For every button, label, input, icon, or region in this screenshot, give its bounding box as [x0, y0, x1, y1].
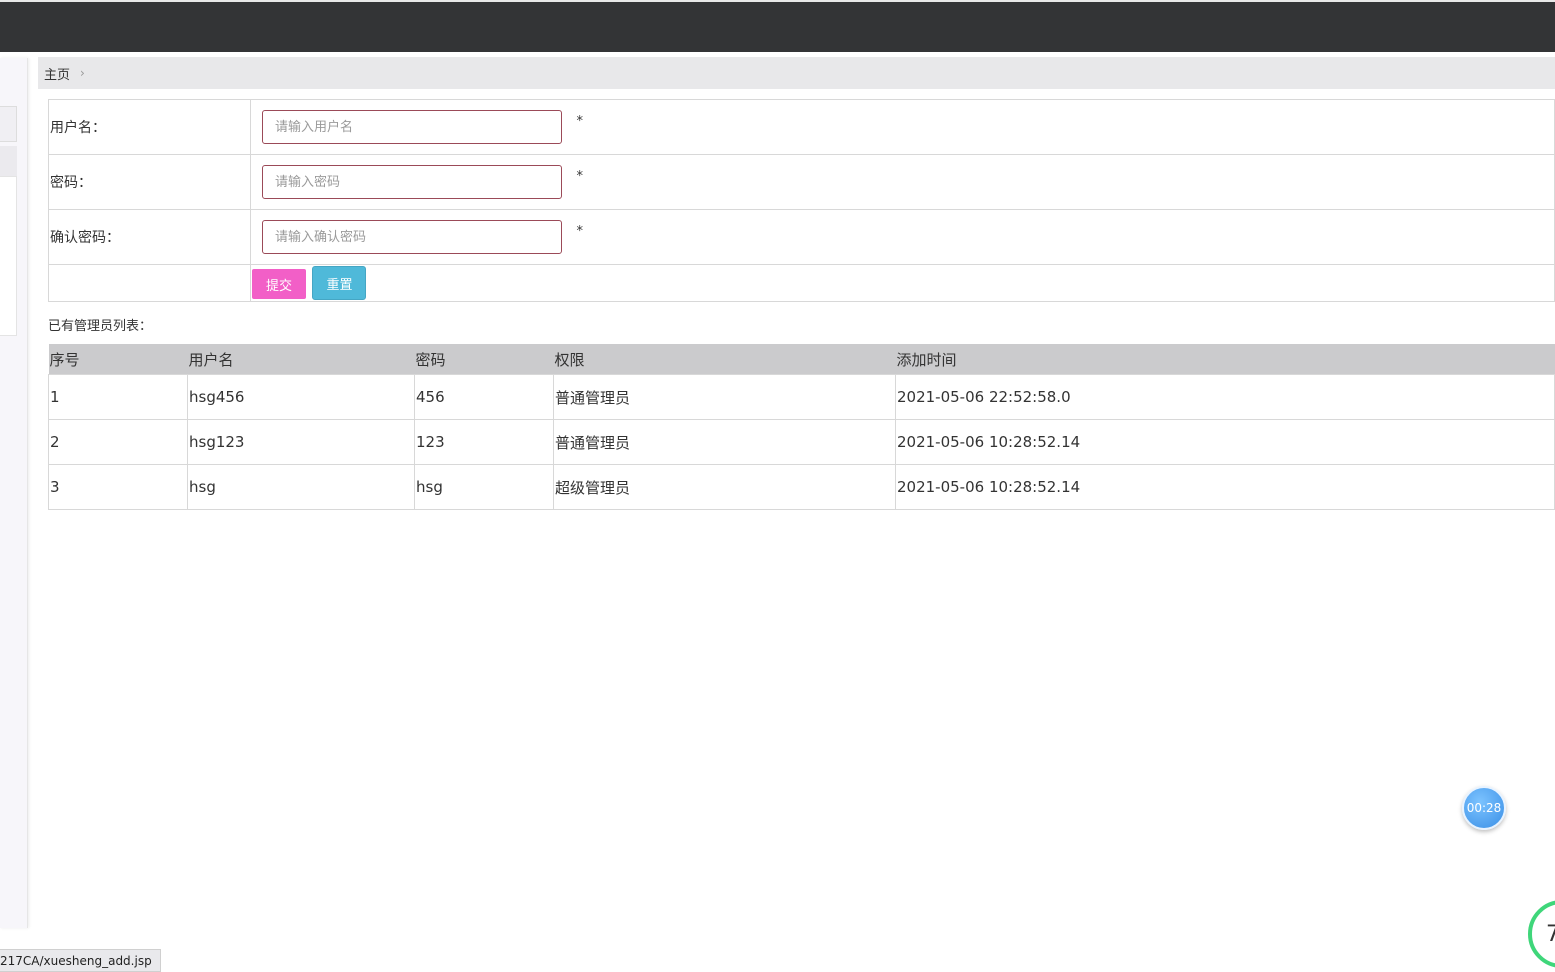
cell-username: hsg — [187, 464, 415, 510]
sidebar-submenu — [0, 176, 17, 336]
sidebar — [0, 58, 28, 928]
breadcrumb: 主页 › — [38, 57, 1555, 89]
username-input[interactable] — [262, 110, 562, 144]
column-header-index: 序号 — [48, 344, 188, 375]
cell-index: 3 — [48, 464, 188, 510]
table-row: 1 hsg456 456 普通管理员 2021-05-06 22:52:58.0 — [48, 374, 1555, 420]
corner-float-badge[interactable]: 7 — [1528, 900, 1555, 968]
column-header-password: 密码 — [414, 344, 554, 375]
admin-list-title: 已有管理员列表： — [48, 319, 153, 334]
required-mark: * — [576, 114, 583, 129]
form-row-password: 密码： * — [48, 154, 1555, 210]
chevron-right-icon: › — [80, 66, 85, 80]
timer-bubble[interactable]: 00:28 — [1462, 786, 1506, 830]
submit-button[interactable]: 提交 — [252, 269, 306, 299]
confirm-password-input[interactable] — [262, 220, 562, 254]
breadcrumb-home-link[interactable]: 主页 — [44, 64, 70, 83]
cell-password: 123 — [414, 419, 554, 465]
column-header-added-time: 添加时间 — [895, 344, 1555, 375]
required-mark: * — [576, 169, 583, 184]
empty-cell — [48, 264, 251, 302]
cell-username: hsg123 — [187, 419, 415, 465]
cell-added-time: 2021-05-06 22:52:58.0 — [895, 374, 1555, 420]
password-cell: * — [250, 154, 1555, 210]
column-header-permission: 权限 — [553, 344, 896, 375]
required-mark: * — [576, 224, 583, 239]
cell-index: 2 — [48, 419, 188, 465]
form-row-username: 用户名： * — [48, 99, 1555, 155]
confirm-password-cell: * — [250, 209, 1555, 265]
sidebar-item[interactable] — [0, 106, 17, 142]
username-label: 用户名： — [48, 99, 251, 155]
password-label: 密码： — [48, 154, 251, 210]
cell-permission: 普通管理员 — [553, 374, 896, 420]
status-bar-url: 217CA/xuesheng_add.jsp — [0, 949, 161, 972]
cell-password: hsg — [414, 464, 554, 510]
table-header-row: 序号 用户名 密码 权限 添加时间 — [48, 344, 1555, 375]
cell-added-time: 2021-05-06 10:28:52.14 — [895, 419, 1555, 465]
confirm-password-label: 确认密码： — [48, 209, 251, 265]
table-row: 2 hsg123 123 普通管理员 2021-05-06 10:28:52.1… — [48, 419, 1555, 465]
username-cell: * — [250, 99, 1555, 155]
reset-button[interactable]: 重置 — [312, 266, 367, 300]
cell-permission: 超级管理员 — [553, 464, 896, 510]
table-row: 3 hsg hsg 超级管理员 2021-05-06 10:28:52.14 — [48, 464, 1555, 510]
form-row-actions: 提交 重置 — [48, 264, 1555, 302]
password-input[interactable] — [262, 165, 562, 199]
cell-index: 1 — [48, 374, 188, 420]
add-admin-form: 用户名： * 密码： * 确认密码： * 提交 重置 — [48, 99, 1555, 302]
form-row-confirm-password: 确认密码： * — [48, 209, 1555, 265]
cell-username: hsg456 — [187, 374, 415, 420]
cell-password: 456 — [414, 374, 554, 420]
actions-cell: 提交 重置 — [250, 264, 1555, 302]
cell-added-time: 2021-05-06 10:28:52.14 — [895, 464, 1555, 510]
column-header-username: 用户名 — [187, 344, 415, 375]
admin-table: 序号 用户名 密码 权限 添加时间 1 hsg456 456 普通管理员 202… — [48, 344, 1555, 510]
cell-permission: 普通管理员 — [553, 419, 896, 465]
top-header-bar — [0, 0, 1555, 52]
sidebar-item-active[interactable] — [0, 146, 17, 176]
